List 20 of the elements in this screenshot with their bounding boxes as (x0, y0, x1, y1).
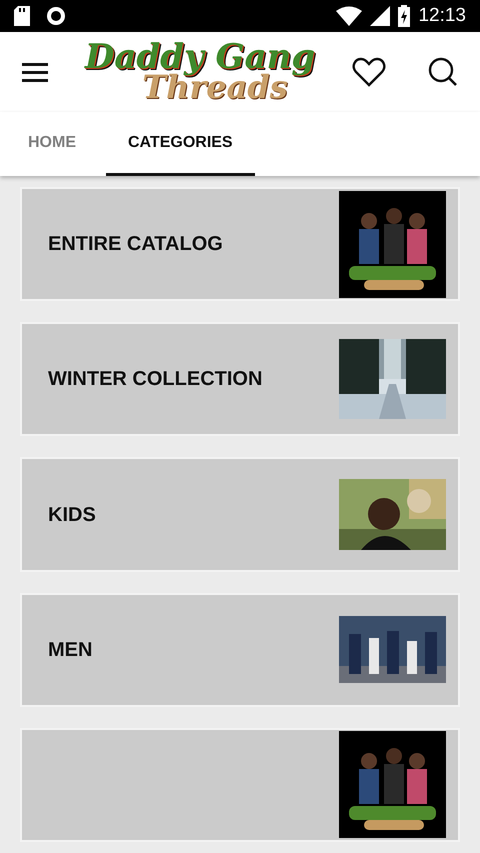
category-card[interactable]: WINTER COLLECTION (20, 322, 460, 436)
menu-icon[interactable] (22, 62, 48, 82)
wifi-icon (336, 6, 362, 26)
heart-icon[interactable] (352, 57, 386, 87)
category-card[interactable]: MEN (20, 592, 460, 707)
search-icon[interactable] (428, 57, 458, 87)
clock-time: 12:13 (418, 4, 466, 28)
category-card[interactable] (20, 728, 460, 842)
category-card[interactable]: ENTIRE CATALOG (20, 187, 460, 302)
battery-charging-icon (398, 5, 410, 27)
tab[interactable]: HOME (6, 112, 98, 176)
category-card[interactable]: KIDS (20, 457, 460, 572)
signal-icon (370, 6, 390, 26)
category-title: KIDS (48, 502, 97, 528)
category-title: WINTER COLLECTION (48, 367, 264, 392)
category-title: MEN (48, 638, 94, 663)
sd-card-icon (14, 6, 30, 26)
app-logo[interactable]: Daddy Gang Threads (84, 42, 316, 102)
tab[interactable]: CATEGORIES (106, 112, 255, 176)
category-title: ENTIRE CATALOG (48, 232, 224, 258)
